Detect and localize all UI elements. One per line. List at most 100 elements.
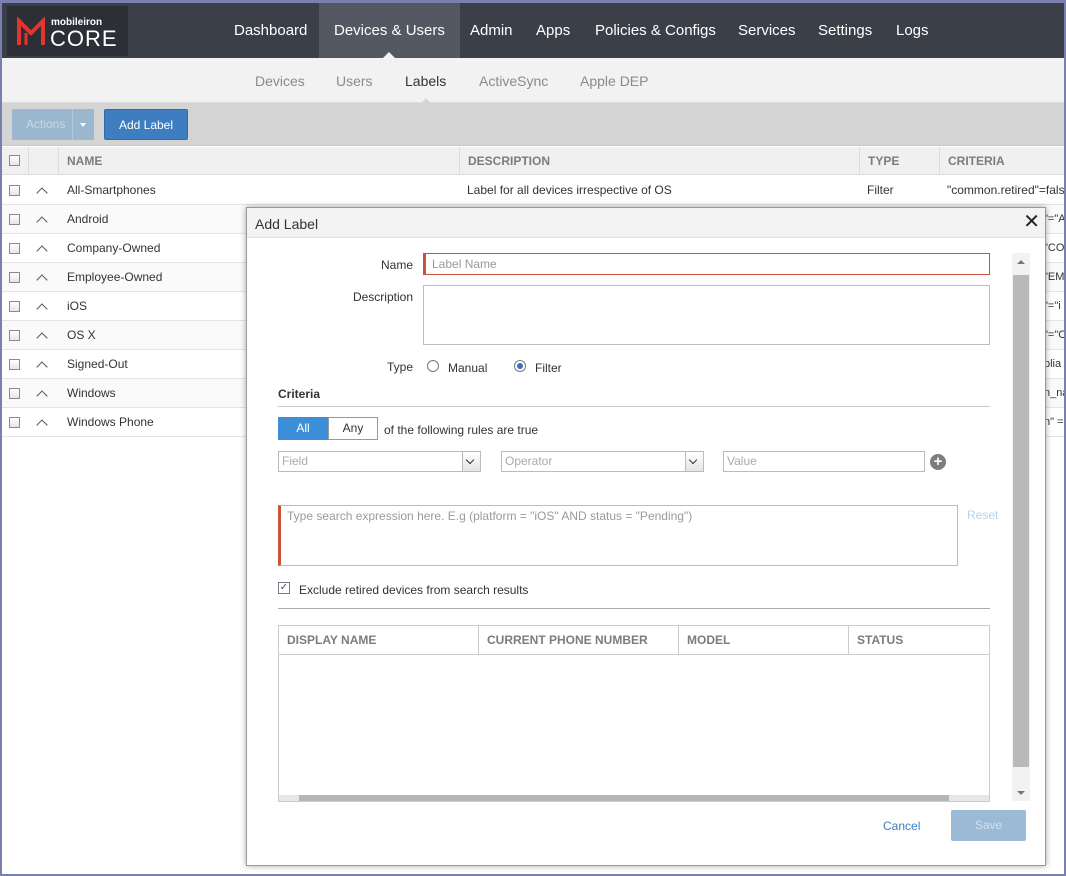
grid-header-status[interactable]: STATUS xyxy=(849,626,989,655)
grid-header-display-name[interactable]: DISPLAY NAME xyxy=(279,626,479,655)
row-checkbox[interactable] xyxy=(9,214,20,225)
results-grid: DISPLAY NAME CURRENT PHONE NUMBER MODEL … xyxy=(278,625,990,802)
results-divider xyxy=(278,608,990,609)
match-all-toggle[interactable]: All xyxy=(278,417,328,440)
nav-admin[interactable]: Admin xyxy=(455,3,528,58)
header-criteria[interactable]: CRITERIA xyxy=(939,147,1064,175)
scrollbar-thumb[interactable] xyxy=(299,795,949,801)
row-checkbox[interactable] xyxy=(9,359,20,370)
header-name[interactable]: NAME xyxy=(58,147,459,175)
chevron-up-icon[interactable] xyxy=(36,245,48,257)
exclude-retired-checkbox[interactable]: ✓ xyxy=(278,582,290,594)
add-label-dialog: Add Label ✕ Name Label Name Description … xyxy=(246,207,1046,866)
chevron-up-icon[interactable] xyxy=(36,303,48,315)
row-checkbox[interactable] xyxy=(9,301,20,312)
nav-devices-users[interactable]: Devices & Users xyxy=(319,3,460,58)
label-name: All-Smartphones xyxy=(67,183,156,197)
field-placeholder: Field xyxy=(282,454,309,468)
reset-link[interactable]: Reset xyxy=(967,508,998,522)
chevron-up-icon[interactable] xyxy=(36,274,48,286)
description-input[interactable] xyxy=(423,285,990,345)
chevron-down-icon[interactable] xyxy=(462,452,480,471)
grid-header-phone-number[interactable]: CURRENT PHONE NUMBER xyxy=(479,626,679,655)
nav-policies-configs[interactable]: Policies & Configs xyxy=(580,3,731,58)
label-criteria: "common.retired"=fals xyxy=(947,183,1064,197)
type-manual-label[interactable]: Manual xyxy=(448,361,487,375)
row-checkbox[interactable] xyxy=(9,272,20,283)
horizontal-scrollbar[interactable] xyxy=(279,795,989,801)
label-name: Employee-Owned xyxy=(67,270,163,284)
label-name: Windows xyxy=(67,386,116,400)
table-row[interactable]: All-Smartphones Label for all devices ir… xyxy=(2,176,1064,205)
save-button[interactable]: Save xyxy=(951,810,1026,841)
label-name-input[interactable]: Label Name xyxy=(423,253,990,275)
vertical-scrollbar[interactable] xyxy=(1012,253,1030,801)
search-expression-input[interactable]: Type search expression here. E.g (platfo… xyxy=(278,505,958,566)
label-type: Filter xyxy=(867,183,894,197)
row-checkbox[interactable] xyxy=(9,388,20,399)
label-criteria: "="A xyxy=(1044,213,1064,225)
chevron-up-icon[interactable] xyxy=(36,419,48,431)
toolbar: Actions Add Label xyxy=(2,103,1064,146)
cancel-button[interactable]: Cancel xyxy=(883,819,920,833)
operator-select[interactable]: Operator xyxy=(501,451,704,472)
chevron-up-icon[interactable] xyxy=(36,216,48,228)
grid-header-model[interactable]: MODEL xyxy=(679,626,849,655)
mobileiron-logo-icon xyxy=(17,17,45,45)
app-window: mobileiron CORE Dashboard Devices & User… xyxy=(2,3,1064,874)
nav-services[interactable]: Services xyxy=(723,3,811,58)
select-all-checkbox[interactable] xyxy=(9,155,20,166)
label-name: Company-Owned xyxy=(67,241,161,255)
close-icon[interactable]: ✕ xyxy=(1023,212,1040,232)
exclude-retired-label[interactable]: Exclude retired devices from search resu… xyxy=(299,583,528,597)
add-label-button[interactable]: Add Label xyxy=(104,109,188,140)
sub-navigation: Devices Users Labels ActiveSync Apple DE… xyxy=(2,58,1064,103)
chevron-up-icon[interactable] xyxy=(36,361,48,373)
logo[interactable]: mobileiron CORE xyxy=(7,6,128,56)
label-name: Signed-Out xyxy=(67,357,128,371)
description-label: Description xyxy=(352,290,413,304)
scrollbar-thumb[interactable] xyxy=(1013,275,1029,767)
label-criteria: "="i xyxy=(1044,300,1061,312)
chevron-up-icon[interactable] xyxy=(36,390,48,402)
label-criteria: "="C xyxy=(1044,329,1064,341)
nav-dashboard[interactable]: Dashboard xyxy=(219,3,322,58)
add-rule-icon[interactable]: + xyxy=(930,454,946,470)
row-checkbox[interactable] xyxy=(9,330,20,341)
scroll-down-icon[interactable] xyxy=(1017,791,1025,795)
type-label: Type xyxy=(386,360,413,374)
type-filter-radio[interactable] xyxy=(514,360,526,372)
label-name: Android xyxy=(67,212,109,226)
header-description[interactable]: DESCRIPTION xyxy=(459,147,859,175)
row-checkbox[interactable] xyxy=(9,243,20,254)
row-checkbox[interactable] xyxy=(9,185,20,196)
actions-dropdown[interactable] xyxy=(72,109,94,140)
scroll-up-icon[interactable] xyxy=(1017,260,1025,264)
tab-apple-dep[interactable]: Apple DEP xyxy=(580,58,648,103)
label-name: OS X xyxy=(67,328,96,342)
row-checkbox[interactable] xyxy=(9,417,20,428)
label-description: Label for all devices irrespective of OS xyxy=(467,183,672,197)
match-any-toggle[interactable]: Any xyxy=(328,417,378,440)
nav-settings[interactable]: Settings xyxy=(803,3,887,58)
chevron-down-icon[interactable] xyxy=(685,452,703,471)
type-manual-radio[interactable] xyxy=(427,360,439,372)
header-type[interactable]: TYPE xyxy=(859,147,939,175)
top-navigation: mobileiron CORE Dashboard Devices & User… xyxy=(2,3,1064,58)
actions-button[interactable]: Actions xyxy=(12,109,94,140)
type-filter-label[interactable]: Filter xyxy=(535,361,562,375)
brand-big: CORE xyxy=(50,26,118,51)
field-select[interactable]: Field xyxy=(278,451,481,472)
tab-labels[interactable]: Labels xyxy=(405,58,446,103)
tab-users[interactable]: Users xyxy=(336,58,373,103)
chevron-up-icon[interactable] xyxy=(36,187,48,199)
nav-apps[interactable]: Apps xyxy=(521,3,585,58)
operator-placeholder: Operator xyxy=(505,454,553,468)
label-criteria: n" = xyxy=(1044,416,1064,428)
nav-logs[interactable]: Logs xyxy=(881,3,944,58)
chevron-up-icon[interactable] xyxy=(36,332,48,344)
tab-activesync[interactable]: ActiveSync xyxy=(479,58,548,103)
value-input[interactable]: Value xyxy=(723,451,925,472)
label-criteria: "CO xyxy=(1044,242,1064,254)
tab-devices[interactable]: Devices xyxy=(255,58,305,103)
